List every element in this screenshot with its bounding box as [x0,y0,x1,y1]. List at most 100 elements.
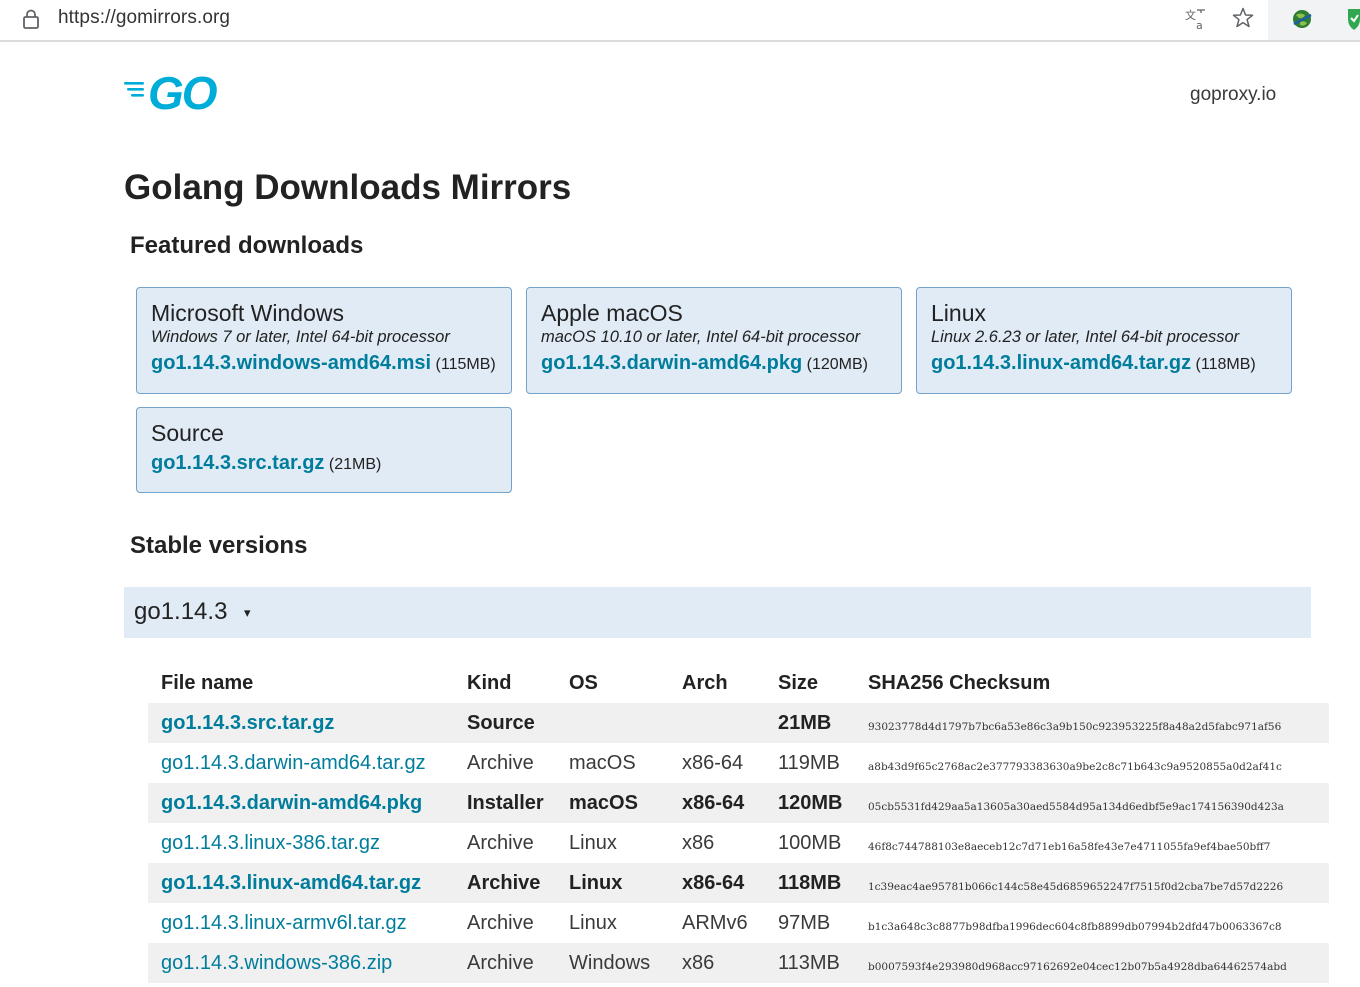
size-cell: 118MB [778,872,842,894]
files-table: File name Kind OS Arch Size SHA256 Check… [148,663,1329,983]
card-os-title: Source [151,420,224,446]
checksum-cell: 1c39eac4ae95781b066c144c58e45d6859652247… [868,881,1284,893]
arch-cell: ARMv6 [682,912,748,934]
svg-text:文: 文 [1185,8,1196,22]
stable-versions-heading: Stable versions [130,532,308,559]
table-header-row: File name Kind OS Arch Size SHA256 Check… [148,663,1329,703]
file-name-cell: go1.14.3.darwin-amd64.tar.gz [161,743,426,783]
column-header-size: Size [778,672,819,694]
os-cell: macOS [569,792,638,814]
os-cell: Windows [569,952,651,974]
download-card-windows[interactable]: Microsoft Windows Windows 7 or later, In… [136,287,512,394]
checksum-cell: 05cb5531fd429aa5a13605a30aed5584d95a134d… [868,801,1284,813]
os-cell: Linux [569,912,617,934]
file-download-link[interactable]: go1.14.3.linux-amd64.tar.gz [161,872,421,894]
arch-cell: x86 [682,832,715,854]
kind-cell: Source [467,712,535,734]
checksum-cell: 46f8c744788103e8aeceb12c7d71eb16a58fe43e… [868,841,1271,853]
kind-cell: Archive [467,872,541,894]
table-row: go1.14.3.src.tar.gz Source 21MB 93023778… [148,703,1329,743]
file-name-cell: go1.14.3.windows-386.zip [161,943,392,983]
arch-cell: x86 [682,952,715,974]
card-file-size: (118MB) [1195,356,1256,373]
table-row: go1.14.3.linux-armv6l.tar.gz Archive Lin… [148,903,1329,943]
download-card-macos[interactable]: Apple macOS macOS 10.10 or later, Intel … [526,287,902,394]
goproxy-link[interactable]: goproxy.io [1190,84,1276,106]
svg-text:a: a [1196,19,1203,31]
os-cell: Linux [569,872,623,894]
card-file: go1.14.3.darwin-amd64.pkg (120MB) [541,350,887,378]
card-description: macOS 10.10 or later, Intel 64-bit proce… [541,328,861,346]
table-row: go1.14.3.linux-386.tar.gz Archive Linux … [148,823,1329,863]
card-download-link[interactable]: go1.14.3.linux-amd64.tar.gz [931,352,1191,374]
download-card-source[interactable]: Source go1.14.3.src.tar.gz (21MB) [136,407,512,493]
card-os-title: Linux [931,300,986,326]
card-os-title: Apple macOS [541,300,683,326]
table-row: go1.14.3.darwin-amd64.tar.gz Archive mac… [148,743,1329,783]
card-download-link[interactable]: go1.14.3.src.tar.gz [151,452,324,474]
file-download-link[interactable]: go1.14.3.linux-armv6l.tar.gz [161,912,407,934]
card-file: go1.14.3.windows-amd64.msi (115MB) [151,350,497,378]
featured-downloads-heading: Featured downloads [130,232,364,259]
checksum-cell: b1c3a648c3c8877b98dfba1996dec604c8fb8899… [868,921,1282,933]
size-cell: 21MB [778,712,832,734]
version-label: go1.14.3 [134,598,228,625]
os-cell: Linux [569,832,617,854]
arch-cell: x86-64 [682,752,744,774]
file-name-cell: go1.14.3.linux-386.tar.gz [161,823,380,863]
version-toggle[interactable]: go1.14.3 ▾ [124,587,1311,638]
extension-shield-icon[interactable] [1346,6,1360,32]
card-file-size: (120MB) [806,356,869,373]
file-name-cell: go1.14.3.linux-armv6l.tar.gz [161,903,407,943]
card-description: Windows 7 or later, Intel 64-bit process… [151,328,450,346]
checksum-cell: 93023778d4d1797b7bc6a53e86c3a9b150c92395… [868,721,1282,733]
size-cell: 97MB [778,912,831,934]
kind-cell: Archive [467,832,534,854]
card-os-title: Microsoft Windows [151,300,344,326]
go-logo-text: GO [148,70,218,112]
column-header-os: OS [569,672,598,694]
bookmark-star-icon[interactable] [1231,6,1255,30]
file-download-link[interactable]: go1.14.3.darwin-amd64.tar.gz [161,752,426,774]
translate-icon[interactable]: 文 a [1184,7,1208,31]
table-row: go1.14.3.windows-386.zip Archive Windows… [148,943,1329,983]
card-file-size: (115MB) [435,356,496,373]
column-header-file-name: File name [161,672,254,694]
kind-cell: Archive [467,752,534,774]
caret-down-icon: ▾ [244,605,251,620]
file-download-link[interactable]: go1.14.3.src.tar.gz [161,712,334,734]
kind-cell: Archive [467,952,534,974]
kind-cell: Installer [467,792,544,814]
file-download-link[interactable]: go1.14.3.windows-386.zip [161,952,392,974]
file-name-cell: go1.14.3.linux-amd64.tar.gz [161,863,421,903]
size-cell: 100MB [778,832,842,854]
card-download-link[interactable]: go1.14.3.windows-amd64.msi [151,352,431,374]
column-header-arch: Arch [682,672,728,694]
table-row: go1.14.3.linux-amd64.tar.gz Archive Linu… [148,863,1329,903]
kind-cell: Archive [467,912,534,934]
url-field[interactable]: https://gomirrors.org [58,7,230,29]
column-header-checksum: SHA256 Checksum [868,672,1051,694]
download-card-linux[interactable]: Linux Linux 2.6.23 or later, Intel 64-bi… [916,287,1292,394]
browser-address-bar: https://gomirrors.org 文 a [0,0,1360,42]
lock-icon[interactable] [22,9,40,29]
card-download-link[interactable]: go1.14.3.darwin-amd64.pkg [541,352,802,374]
table-row: go1.14.3.darwin-amd64.pkg Installer macO… [148,783,1329,823]
card-description: Linux 2.6.23 or later, Intel 64-bit proc… [931,328,1240,346]
size-cell: 120MB [778,792,843,814]
extension-globe-icon[interactable] [1290,7,1314,31]
checksum-cell: b0007593f4e293980d968acc97162692e04cec12… [868,961,1287,973]
card-file: go1.14.3.src.tar.gz (21MB) [151,450,497,478]
file-download-link[interactable]: go1.14.3.darwin-amd64.pkg [161,792,422,814]
arch-cell: x86-64 [682,872,745,894]
file-download-link[interactable]: go1.14.3.linux-386.tar.gz [161,832,380,854]
size-cell: 119MB [778,752,840,774]
file-name-cell: go1.14.3.darwin-amd64.pkg [161,783,422,823]
page-title: Golang Downloads Mirrors [124,168,572,207]
file-name-cell: go1.14.3.src.tar.gz [161,703,334,743]
size-cell: 113MB [778,952,840,974]
os-cell: macOS [569,752,636,774]
column-header-kind: Kind [467,672,512,694]
go-logo-icon[interactable]: GO [124,70,228,112]
arch-cell: x86-64 [682,792,745,814]
